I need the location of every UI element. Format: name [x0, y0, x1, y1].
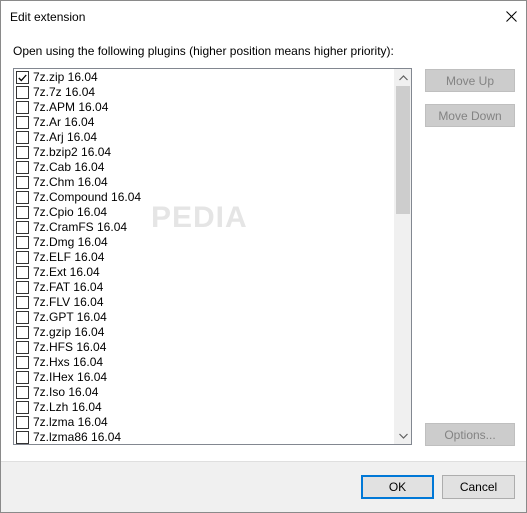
- plugin-list-item[interactable]: 7z.zip 16.04: [14, 70, 395, 85]
- plugin-checkbox[interactable]: [16, 251, 29, 264]
- plugin-label: 7z.Iso 16.04: [33, 385, 99, 399]
- plugin-checkbox[interactable]: [16, 296, 29, 309]
- scroll-thumb[interactable]: [396, 86, 410, 214]
- plugin-label: 7z.lzma86 16.04: [33, 430, 122, 444]
- plugin-label: 7z.GPT 16.04: [33, 310, 107, 324]
- move-down-button[interactable]: Move Down: [425, 104, 515, 127]
- dialog-body: Open using the following plugins (higher…: [1, 31, 526, 461]
- plugin-checkbox[interactable]: [16, 161, 29, 174]
- plugin-list-item[interactable]: 7z.FLV 16.04: [14, 295, 395, 310]
- plugin-checkbox[interactable]: [16, 326, 29, 339]
- plugin-checkbox[interactable]: [16, 101, 29, 114]
- plugin-label: 7z.7z 16.04: [33, 85, 96, 99]
- plugin-list-item[interactable]: 7z.lzma86 16.04: [14, 430, 395, 444]
- window-title: Edit extension: [10, 10, 86, 24]
- plugin-list[interactable]: 7z.zip 16.04 7z.7z 16.04 7z.APM 16.04 7z.Ar…: [13, 68, 412, 445]
- plugin-list-item[interactable]: 7z.Ar 16.04: [14, 115, 395, 130]
- plugin-list-item[interactable]: 7z.ELF 16.04: [14, 250, 395, 265]
- plugin-checkbox[interactable]: [16, 206, 29, 219]
- plugin-list-item[interactable]: 7z.CramFS 16.04: [14, 220, 395, 235]
- plugin-label: 7z.Dmg 16.04: [33, 235, 108, 249]
- plugin-label: 7z.Compound 16.04: [33, 190, 142, 204]
- plugin-label: 7z.Cpio 16.04: [33, 205, 108, 219]
- plugin-checkbox[interactable]: [16, 86, 29, 99]
- plugin-list-item[interactable]: 7z.Arj 16.04: [14, 130, 395, 145]
- plugin-label: 7z.Cab 16.04: [33, 160, 105, 174]
- plugin-list-item[interactable]: 7z.Cpio 16.04: [14, 205, 395, 220]
- checkmark-icon: [18, 74, 27, 81]
- plugin-checkbox[interactable]: [16, 191, 29, 204]
- plugin-checkbox[interactable]: [16, 386, 29, 399]
- plugin-label: 7z.FLV 16.04: [33, 295, 104, 309]
- plugin-list-item[interactable]: 7z.Chm 16.04: [14, 175, 395, 190]
- plugin-list-item[interactable]: 7z.Lzh 16.04: [14, 400, 395, 415]
- plugin-label: 7z.Chm 16.04: [33, 175, 108, 189]
- edit-extension-dialog: Edit extension Open using the following …: [0, 0, 527, 513]
- plugin-list-item[interactable]: 7z.Ext 16.04: [14, 265, 395, 280]
- chevron-up-icon: [399, 74, 408, 80]
- scroll-up-button[interactable]: [395, 69, 411, 86]
- plugin-checkbox[interactable]: [16, 236, 29, 249]
- plugin-list-item[interactable]: 7z.7z 16.04: [14, 85, 395, 100]
- plugin-checkbox[interactable]: [16, 71, 29, 84]
- plugin-list-item[interactable]: 7z.lzma 16.04: [14, 415, 395, 430]
- plugin-list-item[interactable]: 7z.Hxs 16.04: [14, 355, 395, 370]
- plugin-label: 7z.APM 16.04: [33, 100, 109, 114]
- plugin-list-item[interactable]: 7z.Compound 16.04: [14, 190, 395, 205]
- plugin-label: 7z.IHex 16.04: [33, 370, 108, 384]
- plugin-list-item[interactable]: 7z.Dmg 16.04: [14, 235, 395, 250]
- plugin-label: 7z.ELF 16.04: [33, 250, 105, 264]
- plugin-checkbox[interactable]: [16, 431, 29, 444]
- plugin-label: 7z.Ext 16.04: [33, 265, 100, 279]
- ok-button[interactable]: OK: [361, 475, 434, 499]
- plugin-list-item[interactable]: 7z.FAT 16.04: [14, 280, 395, 295]
- plugin-checkbox[interactable]: [16, 341, 29, 354]
- plugin-checkbox[interactable]: [16, 371, 29, 384]
- plugin-label: 7z.zip 16.04: [33, 70, 98, 84]
- plugin-checkbox[interactable]: [16, 146, 29, 159]
- plugin-checkbox[interactable]: [16, 356, 29, 369]
- plugin-label: 7z.Arj 16.04: [33, 130, 98, 144]
- close-button[interactable]: [496, 1, 526, 31]
- options-button[interactable]: Options...: [425, 423, 515, 446]
- plugin-label: 7z.Lzh 16.04: [33, 400, 102, 414]
- dialog-footer: OK Cancel: [1, 461, 526, 512]
- chevron-down-icon: [399, 433, 408, 439]
- close-icon: [505, 10, 517, 22]
- scroll-down-button[interactable]: [395, 427, 411, 444]
- plugin-checkbox[interactable]: [16, 416, 29, 429]
- plugin-checkbox[interactable]: [16, 131, 29, 144]
- title-bar: Edit extension: [1, 1, 526, 31]
- plugin-checkbox[interactable]: [16, 311, 29, 324]
- plugin-checkbox[interactable]: [16, 266, 29, 279]
- move-up-button[interactable]: Move Up: [425, 69, 515, 92]
- plugin-label: 7z.HFS 16.04: [33, 340, 107, 354]
- plugin-list-item[interactable]: 7z.Cab 16.04: [14, 160, 395, 175]
- instruction-label: Open using the following plugins (higher…: [13, 44, 394, 58]
- plugin-label: 7z.gzip 16.04: [33, 325, 105, 339]
- plugin-list-item[interactable]: 7z.GPT 16.04: [14, 310, 395, 325]
- plugin-checkbox[interactable]: [16, 176, 29, 189]
- plugin-label: 7z.bzip2 16.04: [33, 145, 112, 159]
- plugin-label: 7z.CramFS 16.04: [33, 220, 128, 234]
- plugin-checkbox[interactable]: [16, 221, 29, 234]
- plugin-label: 7z.FAT 16.04: [33, 280, 104, 294]
- plugin-label: 7z.Hxs 16.04: [33, 355, 104, 369]
- plugin-checkbox[interactable]: [16, 116, 29, 129]
- plugin-checkbox[interactable]: [16, 281, 29, 294]
- plugin-list-item[interactable]: 7z.gzip 16.04: [14, 325, 395, 340]
- plugin-list-item[interactable]: 7z.APM 16.04: [14, 100, 395, 115]
- plugin-list-items: 7z.zip 16.04 7z.7z 16.04 7z.APM 16.04 7z.Ar…: [14, 70, 395, 444]
- cancel-button[interactable]: Cancel: [442, 475, 515, 499]
- plugin-label: 7z.Ar 16.04: [33, 115, 95, 129]
- vertical-scrollbar[interactable]: [394, 69, 411, 444]
- plugin-list-item[interactable]: 7z.HFS 16.04: [14, 340, 395, 355]
- plugin-list-item[interactable]: 7z.IHex 16.04: [14, 370, 395, 385]
- plugin-list-item[interactable]: 7z.bzip2 16.04: [14, 145, 395, 160]
- plugin-list-item[interactable]: 7z.Iso 16.04: [14, 385, 395, 400]
- plugin-checkbox[interactable]: [16, 401, 29, 414]
- plugin-label: 7z.lzma 16.04: [33, 415, 108, 429]
